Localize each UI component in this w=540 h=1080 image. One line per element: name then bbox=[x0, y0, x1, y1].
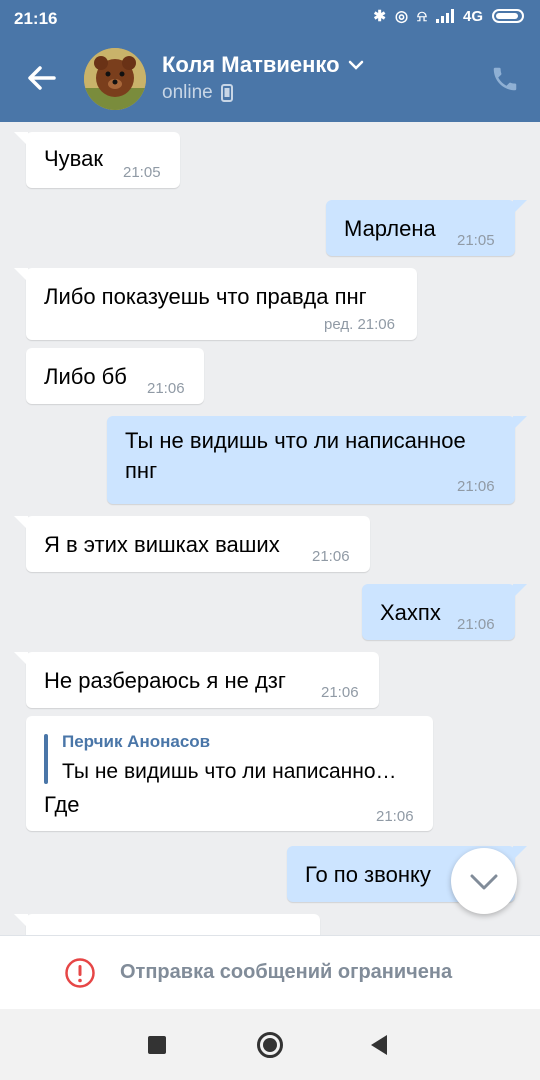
home-button[interactable] bbox=[256, 1031, 284, 1059]
message-time: 21:06 bbox=[457, 616, 495, 633]
contact-status: online bbox=[162, 82, 233, 104]
message-text: Где bbox=[44, 792, 80, 817]
reply-bar bbox=[44, 734, 48, 784]
chevron-down-icon bbox=[348, 60, 363, 70]
message-incoming-partial[interactable] bbox=[14, 914, 320, 935]
restriction-text: Отправка сообщений ограничена bbox=[120, 961, 453, 983]
call-button[interactable] bbox=[490, 64, 520, 94]
message-text-line2: пнг bbox=[125, 458, 158, 483]
winnie-pooh-avatar-icon bbox=[84, 48, 146, 110]
message-time: ред. 21:06 bbox=[324, 316, 395, 333]
messaging-restricted-bar: Отправка сообщений ограничена bbox=[0, 935, 540, 1009]
reply-quote[interactable]: Ты не видишь что ли написанно… bbox=[62, 760, 397, 784]
message-text: Го по звонку bbox=[305, 862, 431, 887]
status-icons: ✱ ◎ ⍾ 4G bbox=[373, 7, 524, 25]
message-time: 21:06 bbox=[376, 808, 414, 825]
chevron-down-icon bbox=[470, 874, 498, 890]
bluetooth-icon: ✱ bbox=[373, 8, 386, 25]
message-text: Либо бб bbox=[44, 364, 127, 389]
message-time: 21:06 bbox=[321, 684, 359, 701]
message-incoming-reply[interactable]: Перчик Анонасов Ты не видишь что ли напи… bbox=[26, 716, 433, 831]
avatar[interactable] bbox=[84, 48, 146, 110]
message-text: Я в этих вишках ваших bbox=[44, 532, 280, 557]
message-outgoing[interactable]: Марлена 21:05 bbox=[326, 200, 527, 256]
back-button[interactable] bbox=[22, 58, 62, 98]
reply-author[interactable]: Перчик Анонасов bbox=[62, 732, 210, 752]
recent-apps-button[interactable] bbox=[148, 1036, 166, 1054]
system-back-button[interactable] bbox=[369, 1033, 389, 1057]
message-time: 21:06 bbox=[457, 478, 495, 495]
message-text-line1: Ты не видишь что ли написанное bbox=[125, 428, 466, 453]
message-outgoing[interactable]: Ты не видишь что ли написанное пнг 21:06 bbox=[107, 416, 527, 504]
message-incoming[interactable]: Либо бб 21:06 bbox=[26, 348, 204, 404]
network-type: 4G bbox=[462, 7, 483, 25]
contact-status-text: online bbox=[162, 82, 213, 103]
phone-icon bbox=[493, 67, 517, 91]
triangle-back-icon bbox=[371, 1035, 387, 1055]
message-list[interactable]: Чувак 21:05 Марлена 21:05 Либо показуешь… bbox=[0, 122, 540, 935]
signal-icon bbox=[435, 9, 454, 23]
alarm-off-icon: ⍾ bbox=[417, 7, 427, 25]
chat-header: Коля Матвиенко online bbox=[0, 36, 540, 122]
message-text: Хахпх bbox=[380, 600, 441, 625]
status-bar: 21:16 ✱ ◎ ⍾ 4G bbox=[0, 0, 540, 36]
message-text: Не разбераюсь я не дзг bbox=[44, 668, 286, 693]
message-text: Чувак bbox=[44, 146, 103, 171]
error-icon bbox=[65, 958, 95, 988]
system-nav-bar bbox=[0, 1009, 540, 1080]
scroll-to-bottom-button[interactable] bbox=[451, 848, 517, 914]
message-incoming[interactable]: Либо показуешь что правда пнг ред. 21:06 bbox=[14, 268, 417, 340]
battery-icon bbox=[492, 9, 524, 23]
message-text: Либо показуешь что правда пнг bbox=[44, 284, 367, 309]
message-time: 21:05 bbox=[457, 232, 495, 249]
mobile-device-icon bbox=[220, 84, 233, 102]
message-time: 21:05 bbox=[123, 164, 161, 181]
message-incoming[interactable]: Не разбераюсь я не дзг 21:06 bbox=[14, 652, 379, 708]
home-circle-icon bbox=[257, 1032, 283, 1058]
status-time: 21:16 bbox=[14, 9, 58, 28]
message-text: Марлена bbox=[344, 216, 436, 241]
vibrate-icon: ◎ bbox=[394, 8, 409, 25]
message-incoming[interactable]: Чувак 21:05 bbox=[14, 132, 180, 188]
message-outgoing[interactable]: Хахпх 21:06 bbox=[362, 584, 527, 640]
message-time: 21:06 bbox=[312, 548, 350, 565]
message-incoming[interactable]: Я в этих вишках ваших 21:06 bbox=[14, 516, 370, 572]
message-time: 21:06 bbox=[147, 380, 185, 397]
arrow-left-icon bbox=[28, 66, 56, 90]
contact-name[interactable]: Коля Матвиенко bbox=[162, 52, 364, 78]
contact-name-text: Коля Матвиенко bbox=[162, 52, 340, 77]
